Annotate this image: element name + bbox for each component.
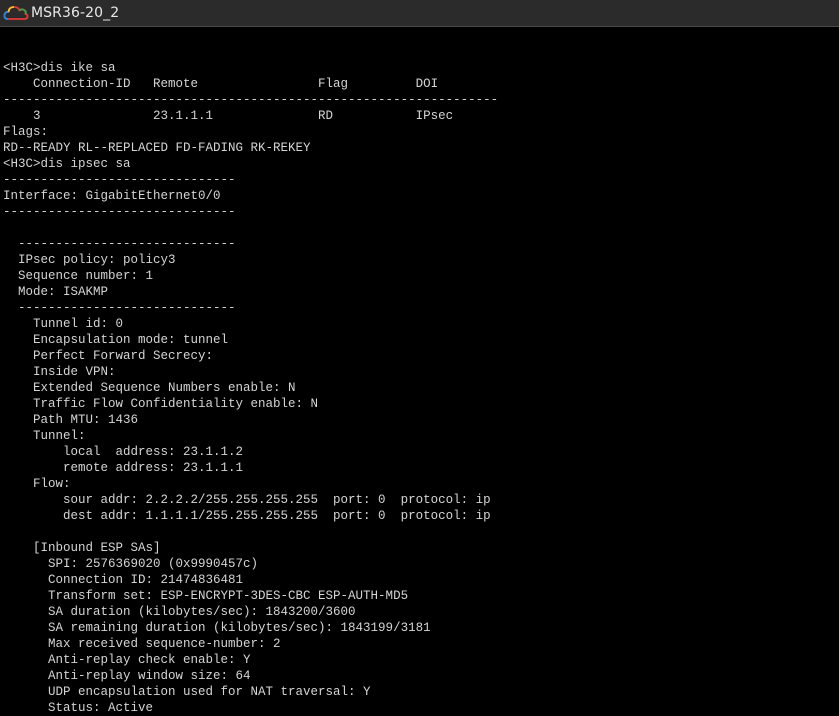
terminal-line: Mode: ISAKMP: [3, 285, 109, 299]
terminal-line: SA remaining duration (kilobytes/sec): 1…: [3, 621, 431, 635]
window-title: MSR36-20_2: [31, 5, 120, 21]
terminal-line: UDP encapsulation used for NAT traversal…: [3, 685, 371, 699]
terminal-line: Tunnel:: [3, 429, 86, 443]
terminal-line: IPsec policy: policy3: [3, 253, 176, 267]
terminal-line: Anti-replay window size: 64: [3, 669, 251, 683]
terminal-line: RD--READY RL--REPLACED FD-FADING RK-REKE…: [3, 141, 311, 155]
terminal-line: Tunnel id: 0: [3, 317, 124, 331]
cloud-device-icon: [3, 4, 29, 22]
terminal-line: Connection ID: 21474836481: [3, 573, 244, 587]
terminal-line: Path MTU: 1436: [3, 413, 139, 427]
terminal-line: 3 23.1.1.1 RD IPsec: [3, 109, 454, 123]
terminal-line: [Inbound ESP SAs]: [3, 541, 161, 555]
terminal-line: Connection-ID Remote Flag DOI: [3, 77, 439, 91]
title-bar[interactable]: MSR36-20_2: [0, 0, 839, 27]
terminal-line: Extended Sequence Numbers enable: N: [3, 381, 296, 395]
terminal-line: SPI: 2576369020 (0x9990457c): [3, 557, 259, 571]
terminal-line: Interface: GigabitEthernet0/0: [3, 189, 221, 203]
terminal-line: <H3C>dis ipsec sa: [3, 157, 131, 171]
terminal-line: dest addr: 1.1.1.1/255.255.255.255 port:…: [3, 509, 491, 523]
terminal-line: Perfect Forward Secrecy:: [3, 349, 214, 363]
terminal-line: -------------------------------: [3, 173, 236, 187]
terminal-line: Status: Active: [3, 701, 154, 715]
terminal-line: Inside VPN:: [3, 365, 116, 379]
terminal-line: Encapsulation mode: tunnel: [3, 333, 229, 347]
terminal-line: -----------------------------: [3, 237, 236, 251]
terminal-line: Traffic Flow Confidentiality enable: N: [3, 397, 319, 411]
terminal-line: Sequence number: 1: [3, 269, 154, 283]
terminal-line: -----------------------------: [3, 301, 236, 315]
terminal-output[interactable]: <H3C>dis ike sa Connection-ID Remote Fla…: [0, 28, 839, 716]
terminal-line: local address: 23.1.1.2: [3, 445, 244, 459]
terminal-line: Flow:: [3, 477, 71, 491]
terminal-line: SA duration (kilobytes/sec): 1843200/360…: [3, 605, 356, 619]
terminal-line: sour addr: 2.2.2.2/255.255.255.255 port:…: [3, 493, 491, 507]
terminal-window: MSR36-20_2 <H3C>dis ike sa Connection-ID…: [0, 0, 839, 716]
terminal-line: Transform set: ESP-ENCRYPT-3DES-CBC ESP-…: [3, 589, 409, 603]
terminal-line: <H3C>dis ike sa: [3, 61, 116, 75]
terminal-line: -------------------------------: [3, 205, 236, 219]
terminal-line: Flags:: [3, 125, 49, 139]
terminal-line: Anti-replay check enable: Y: [3, 653, 251, 667]
terminal-line: remote address: 23.1.1.1: [3, 461, 244, 475]
terminal-line: Max received sequence-number: 2: [3, 637, 281, 651]
terminal-line: ----------------------------------------…: [3, 93, 499, 107]
